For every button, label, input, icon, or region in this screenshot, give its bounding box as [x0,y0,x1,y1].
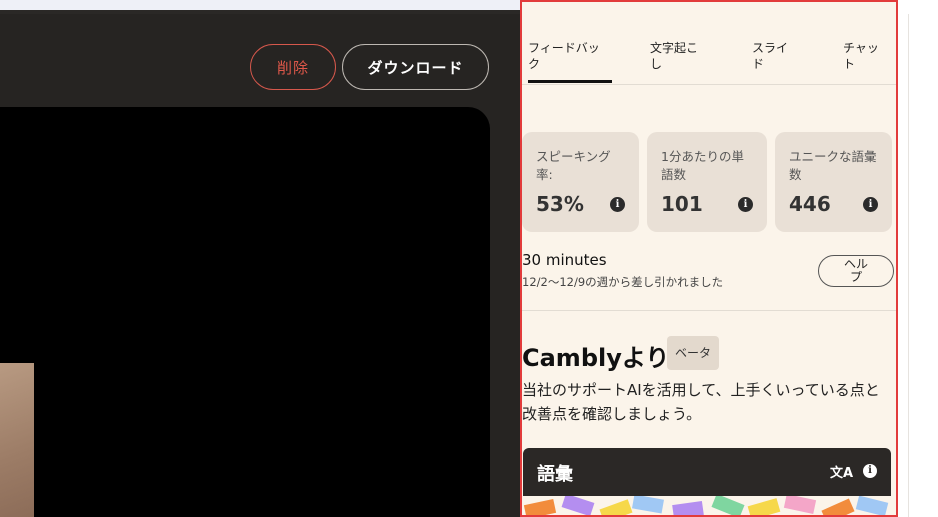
info-icon[interactable]: i [610,197,625,212]
info-icon[interactable]: i [863,464,877,478]
browser-top-strip [0,0,520,10]
tab-feedback[interactable]: フィードバッ ク [528,40,600,72]
stat-value: 101 [661,192,703,216]
stat-label: 数 [789,167,802,182]
stat-label: スピーキング [536,149,611,164]
vocabulary-confetti-illustration [523,496,891,517]
video-player[interactable] [0,107,490,517]
tab-feedback-label-1: フィードバッ [528,41,600,55]
ai-section-description: 当社のサポートAIを活用して、上手くいっている点と改善点を確認しましょう。 [522,381,880,423]
info-icon[interactable]: i [738,197,753,212]
stat-value: 53% [536,192,584,216]
stat-label: 1分あたりの単 [661,149,744,164]
ai-section-title: Camblyより [522,344,670,372]
tab-slides[interactable]: スライ ド [752,40,788,72]
active-tab-indicator [528,80,612,83]
vocabulary-card-header[interactable]: 語彙 文A i [523,448,891,496]
tab-slides-label-2: ド [752,57,765,71]
vocabulary-title: 語彙 [537,464,573,485]
tab-transcript-label-2: し [650,57,663,71]
tab-feedback-label-2: ク [528,57,541,71]
video-thumbnail [0,363,34,517]
stat-label: 率: [536,167,553,182]
tab-slides-label-1: スライ [752,41,789,55]
tab-transcript[interactable]: 文字起こ し [650,40,698,72]
section-divider [520,310,898,311]
stat-label: 語数 [661,167,687,182]
tab-transcript-label-1: 文字起こ [650,41,699,55]
tab-bar: フィードバッ ク 文字起こ し スライ ド チャッ ト [520,0,898,85]
help-button[interactable]: ヘル プ [818,255,894,287]
tab-chat[interactable]: チャッ ト [843,40,879,72]
stat-card-unique-vocabulary: ユニークな語彙 数 446 i [775,132,892,232]
download-button[interactable]: ダウンロード [342,44,489,90]
stat-value: 446 [789,192,831,216]
beta-badge: ベータ [667,336,719,370]
tab-chat-label-2: ト [843,57,856,71]
duration-deduction-note: 12/2〜12/9の週から差し引かれました [522,275,724,289]
help-button-label-2: プ [849,270,862,284]
translate-icon[interactable]: 文A [830,462,853,481]
stat-card-words-per-minute: 1分あたりの単 語数 101 i [647,132,767,232]
delete-button[interactable]: 削除 [250,44,336,90]
stat-card-speaking-rate: スピーキング 率: 53% i [522,132,639,232]
feedback-side-panel: フィードバッ ク 文字起こ し スライ ド チャッ ト スピーキング 率: 53… [520,0,898,517]
scrollbar-track[interactable] [908,14,930,517]
stat-label: ユニークな語彙 [789,149,877,164]
info-icon[interactable]: i [863,197,878,212]
tab-chat-label-1: チャッ [843,41,879,55]
session-duration: 30 minutes [522,251,607,269]
